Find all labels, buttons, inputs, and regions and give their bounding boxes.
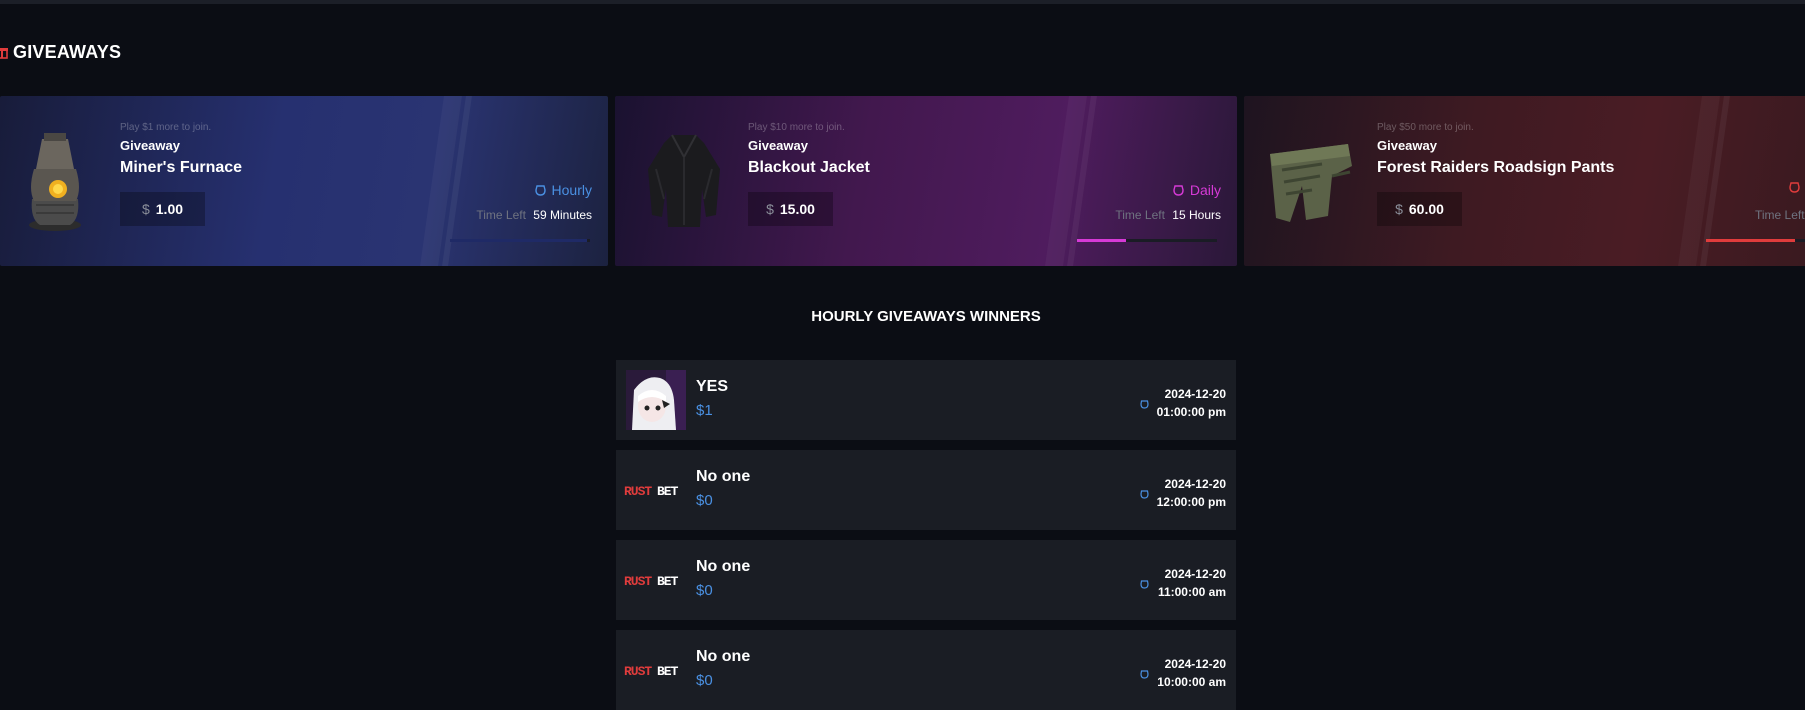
winner-row: YES $1 2024-12-20 01:00:00 pm xyxy=(616,360,1236,440)
giveaway-info: Play $10 more to join. Giveaway Blackout… xyxy=(748,122,870,177)
join-requirement: Play $50 more to join. xyxy=(1377,122,1474,133)
join-requirement: Play $10 more to join. xyxy=(748,122,845,133)
giveaway-label: Giveaway xyxy=(748,138,808,153)
winner-row: RUST BET No one $0 2024-12-20 10:00:00 a… xyxy=(616,630,1236,710)
currency-symbol: $ xyxy=(766,201,774,217)
price-value: 15.00 xyxy=(779,201,815,217)
winner-row: RUST BET No one $0 2024-12-20 11:00:00 a… xyxy=(616,540,1236,620)
time-left-value: 15 Hours xyxy=(1172,208,1221,222)
clock-icon xyxy=(1789,182,1800,193)
gift-icon xyxy=(0,45,9,59)
winner-amount: $1 xyxy=(696,402,713,419)
time-left-value: 59 Minutes xyxy=(533,208,592,222)
progress-fill xyxy=(1077,239,1126,242)
currency-symbol: $ xyxy=(141,201,150,217)
winner-row: RUST BET No one $0 2024-12-20 12:00:00 p… xyxy=(616,450,1236,530)
giveaway-card-daily[interactable]: Play $10 more to join. Giveaway Blackout… xyxy=(615,96,1237,266)
top-border xyxy=(0,0,1805,4)
progress-bar xyxy=(450,239,590,242)
rustbet-logo: RUST BET xyxy=(624,482,690,499)
winner-name: YES xyxy=(696,378,729,395)
win-datetime: 2024-12-20 12:00:00 pm xyxy=(1157,475,1226,511)
user-avatar xyxy=(626,370,686,430)
giveaway-card-monthly[interactable]: Play $50 more to join. Giveaway Forest R… xyxy=(1244,96,1805,266)
frequency-label: Daily xyxy=(1189,182,1221,198)
svg-text:BET: BET xyxy=(657,574,679,588)
win-date: 2024-12-20 xyxy=(1164,387,1226,401)
winners-title: HOURLY GIVEAWAYS WINNERS xyxy=(811,308,1041,325)
frequency-badge: Hourly xyxy=(534,182,592,198)
price-box: $ 1.00 xyxy=(120,192,205,226)
calendar-icon xyxy=(1140,576,1149,589)
svg-text:RUST: RUST xyxy=(624,484,652,498)
win-datetime: 2024-12-20 01:00:00 pm xyxy=(1157,385,1226,421)
clock-icon xyxy=(1173,184,1184,196)
price-box: $ 15.00 xyxy=(748,192,833,226)
win-date: 2024-12-20 xyxy=(1164,567,1226,581)
time-left-label: Time Left xyxy=(476,208,526,222)
giveaway-card-hourly[interactable]: Play $1 more to join. Giveaway Miner's F… xyxy=(0,96,608,266)
winner-amount: $0 xyxy=(696,672,713,689)
item-name: Blackout Jacket xyxy=(748,159,870,176)
winner-amount: $0 xyxy=(696,492,713,509)
furnace-item-image xyxy=(10,126,100,236)
join-requirement: Play $1 more to join. xyxy=(120,122,212,133)
frequency-label: Hourly xyxy=(551,182,592,198)
svg-text:RUST: RUST xyxy=(624,574,652,588)
giveaway-label: Giveaway xyxy=(1377,138,1437,153)
rustbet-logo: RUST BET xyxy=(624,572,690,589)
winner-name: No one xyxy=(696,558,751,575)
calendar-icon xyxy=(1140,666,1149,679)
giveaway-label: Giveaway xyxy=(120,138,180,153)
winner-name: No one xyxy=(696,648,751,665)
winner-name: No one xyxy=(696,468,751,485)
win-datetime: 2024-12-20 11:00:00 am xyxy=(1158,565,1226,601)
time-left: Time Left 15 Hours xyxy=(1115,208,1221,222)
frequency-badge xyxy=(1789,182,1805,193)
price-box: $ 60.00 xyxy=(1377,192,1462,226)
time-left-label: Time Left xyxy=(1755,208,1805,222)
item-name: Forest Raiders Roadsign Pants xyxy=(1377,159,1615,176)
svg-text:BET: BET xyxy=(657,664,679,678)
time-left-label: Time Left xyxy=(1115,208,1165,222)
clock-icon xyxy=(534,184,546,196)
win-time: 11:00:00 am xyxy=(1157,585,1226,599)
win-time: 10:00:00 am xyxy=(1157,675,1226,689)
progress-bar xyxy=(1706,239,1805,242)
win-datetime: 2024-12-20 10:00:00 am xyxy=(1157,655,1226,691)
giveaway-cards: Play $1 more to join. Giveaway Miner's F… xyxy=(0,96,1805,266)
price-value: 1.00 xyxy=(155,201,184,217)
progress-fill xyxy=(1706,239,1796,242)
section-header: GIVEAWAYS xyxy=(0,40,121,64)
frequency-badge: Daily xyxy=(1173,182,1221,198)
win-time: 12:00:00 pm xyxy=(1156,495,1226,509)
time-left: Time Left xyxy=(1755,208,1805,222)
progress-fill xyxy=(450,239,588,242)
currency-symbol: $ xyxy=(1395,201,1403,217)
progress-bar xyxy=(1077,239,1217,242)
item-name: Miner's Furnace xyxy=(120,159,243,176)
pants-item-image xyxy=(1260,126,1360,236)
win-date: 2024-12-20 xyxy=(1164,657,1226,671)
win-date: 2024-12-20 xyxy=(1164,477,1226,491)
rustbet-logo: RUST BET xyxy=(624,662,690,679)
time-left: Time Left 59 Minutes xyxy=(476,208,592,222)
jacket-item-image xyxy=(639,126,729,236)
winner-amount: $0 xyxy=(696,582,713,599)
giveaway-info: Play $1 more to join. Giveaway Miner's F… xyxy=(120,122,242,177)
svg-text:BET: BET xyxy=(657,484,679,498)
calendar-icon xyxy=(1140,486,1149,499)
win-time: 01:00:00 pm xyxy=(1156,405,1226,419)
section-title: GIVEAWAYS xyxy=(13,41,122,62)
giveaway-info: Play $50 more to join. Giveaway Forest R… xyxy=(1377,122,1614,177)
price-value: 60.00 xyxy=(1408,201,1444,217)
calendar-icon xyxy=(1140,396,1149,409)
svg-text:RUST: RUST xyxy=(624,664,652,678)
